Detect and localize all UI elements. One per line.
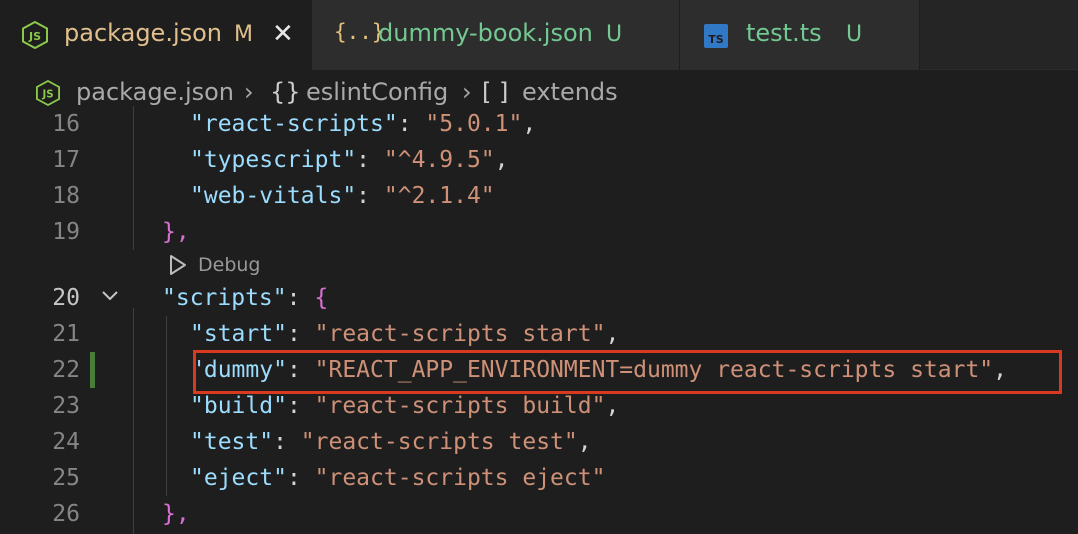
tab-dummy-book-json[interactable]: {..} dummy-book.json U [312,0,680,70]
line-number: 21 [52,321,80,347]
line-number: 20 [52,285,80,311]
closing-brace: }, [162,219,190,245]
modified-badge: M [234,22,253,47]
tab-label: package.json [64,19,223,47]
object-braces-icon: {} [270,78,301,106]
json-string: "react-scripts test" [300,429,578,455]
code-line: 16 "react-scripts": "5.0.1", [0,106,1078,142]
line-number: 19 [52,219,80,245]
closing-brace: }, [162,501,190,527]
json-string: "react-scripts build" [314,393,606,419]
code-editor[interactable]: 16 "react-scripts": "5.0.1", 17 "typescr… [0,106,1078,534]
json-key: "scripts" [162,285,287,311]
json-string: "5.0.1" [425,111,523,137]
tab-label: dummy-book.json [378,19,593,47]
line-number: 22 [52,357,80,383]
json-string: "react-scripts start" [314,321,606,347]
line-number: 25 [52,465,80,491]
json-key: "test" [190,429,274,455]
json-key: "web-vitals" [190,183,357,209]
untracked-badge: U [846,22,863,47]
chevron-right-icon: › [244,78,254,106]
tab-test-ts[interactable]: TS test.ts U [680,0,920,70]
typescript-icon: TS [704,24,728,54]
line-number: 24 [52,429,80,455]
code-line: 17 "typescript": "^4.9.5", [0,142,1078,178]
line-number: 23 [52,393,80,419]
editor-tab-bar: JS package.json M ✕ {..} dummy-book.json… [0,0,1078,71]
json-key: "eject" [190,465,287,491]
json-string: "react-scripts eject" [314,465,606,491]
json-string: "^4.9.5" [383,147,495,173]
json-key: "typescript" [190,147,357,173]
debug-label: Debug [198,254,261,276]
code-line: 25 "eject": "react-scripts eject" [0,460,1078,496]
code-line: 26 }, [0,496,1078,532]
chevron-right-icon: › [462,78,472,106]
json-key: "react-scripts" [190,111,398,137]
line-number: 17 [52,147,80,173]
json-key: "build" [190,393,287,419]
json-braces-icon: {..} [334,20,385,44]
chevron-down-icon[interactable] [99,284,121,312]
close-icon[interactable]: ✕ [272,19,294,49]
code-line: 19 }, [0,214,1078,250]
nodejs-icon: JS [22,20,48,55]
json-key: "start" [190,321,287,347]
breadcrumb-item-extends[interactable]: extends [522,78,618,106]
array-brackets-icon: [ ] [482,78,509,106]
breadcrumb-item-eslintconfig[interactable]: eslintConfig [306,78,448,106]
breadcrumb-item-file[interactable]: package.json [76,78,234,106]
line-number: 16 [52,111,80,137]
svg-text:JS: JS [28,30,41,43]
code-line: 23 "build": "react-scripts build", [0,388,1078,424]
svg-text:JS: JS [41,90,53,101]
json-string: "^2.1.4" [383,183,495,209]
code-line: 24 "test": "react-scripts test", [0,424,1078,460]
line-number: 26 [52,501,80,527]
code-line: 21 "start": "react-scripts start", [0,316,1078,352]
code-line: 18 "web-vitals": "^2.1.4" [0,178,1078,214]
code-line: 20 "scripts": { [0,280,1078,316]
tab-label: test.ts [746,19,822,47]
untracked-badge: U [606,22,623,47]
line-number: 18 [52,183,80,209]
svg-text:TS: TS [708,33,724,46]
debug-codelens[interactable]: Debug [168,249,260,281]
play-icon [170,255,186,275]
tab-package-json[interactable]: JS package.json M ✕ [0,0,312,71]
